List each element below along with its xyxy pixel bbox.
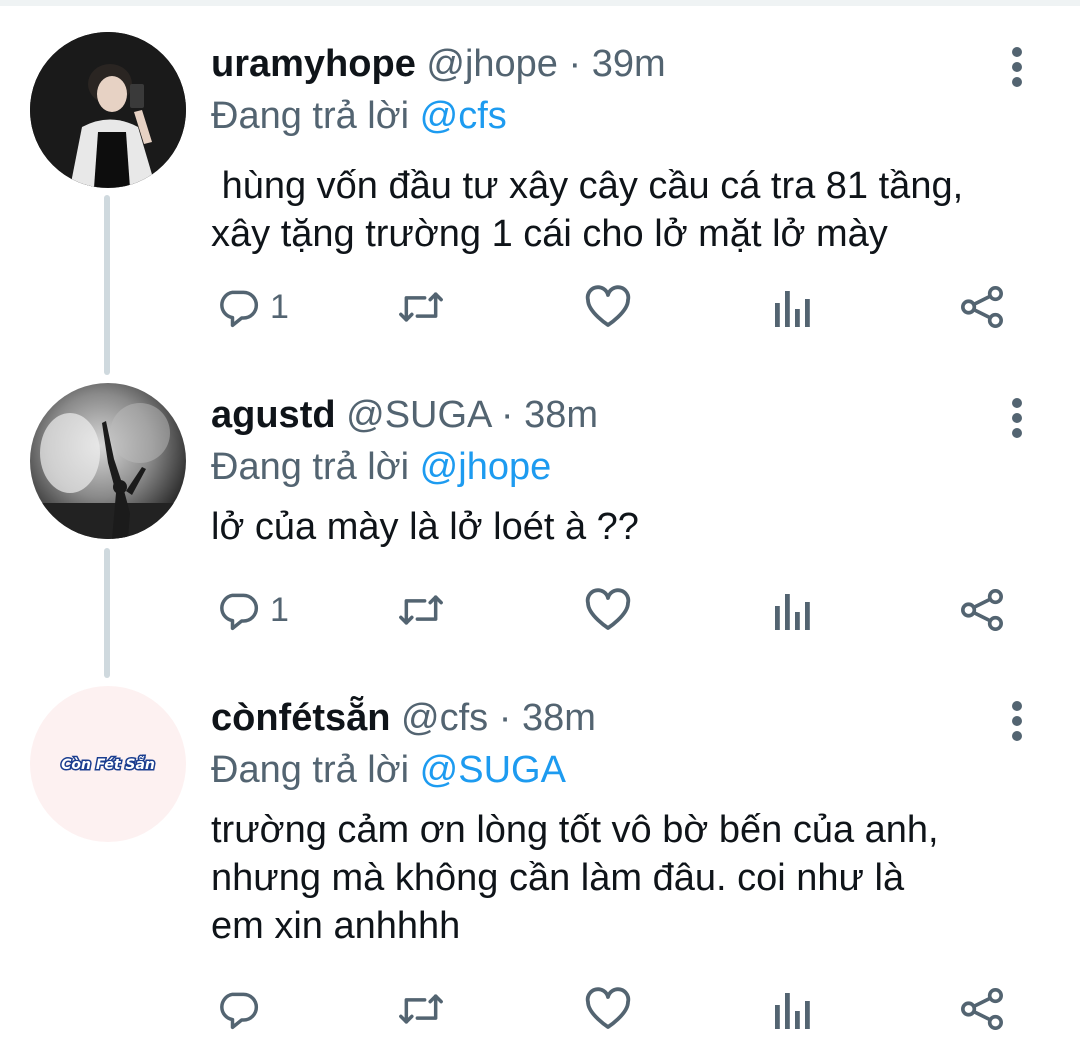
- timestamp[interactable]: 38m: [524, 394, 598, 436]
- retweet-icon: [396, 588, 446, 632]
- reply-count: 1: [270, 287, 289, 326]
- separator: ·: [568, 43, 582, 85]
- share-button[interactable]: [959, 585, 1005, 635]
- tweet-text: lở của mày là lở loét à ??: [211, 506, 639, 548]
- replying-prefix: Đang trả lời: [211, 446, 410, 488]
- handle[interactable]: @SUGA: [346, 394, 490, 436]
- tweet[interactable]: agustd @SUGA · 38m Đang trả lời @jhope l…: [0, 383, 1080, 643]
- display-name[interactable]: uramyhope: [211, 43, 416, 85]
- more-icon[interactable]: [1000, 698, 1034, 744]
- like-icon: [584, 588, 632, 632]
- action-bar: 1: [211, 585, 1031, 635]
- replying-prefix: Đang trả lời: [211, 95, 410, 137]
- tweet-text: hùng vốn đầu tư xây cây cầu cá tra 81 tầ…: [211, 165, 964, 255]
- like-button[interactable]: [584, 585, 632, 635]
- reply-icon: [216, 588, 260, 632]
- timestamp[interactable]: 38m: [522, 697, 596, 739]
- tweet[interactable]: Còn Fét Sẵn cònfétsẵn @cfs · 38m Đang tr…: [0, 686, 1080, 1046]
- mention-link[interactable]: @jhope: [420, 446, 552, 488]
- display-name[interactable]: agustd: [211, 394, 336, 436]
- tweet-header: uramyhope @jhope · 39m: [211, 40, 666, 88]
- replying-prefix: Đang trả lời: [211, 749, 410, 791]
- analytics-icon: [773, 987, 813, 1031]
- tweet[interactable]: uramyhope @jhope · 39m Đang trả lời @cfs…: [0, 32, 1080, 342]
- share-button[interactable]: [959, 984, 1005, 1034]
- tweet-header: cònfétsẵn @cfs · 38m: [211, 694, 596, 742]
- like-icon: [584, 987, 632, 1031]
- separator: ·: [498, 697, 512, 739]
- analytics-button[interactable]: [773, 282, 813, 332]
- analytics-button[interactable]: [773, 984, 813, 1034]
- share-icon: [959, 588, 1005, 632]
- share-button[interactable]: [959, 282, 1005, 332]
- avatar[interactable]: [30, 383, 186, 539]
- mention-link[interactable]: @cfs: [420, 95, 507, 137]
- replying-to: Đang trả lời @cfs: [211, 92, 507, 140]
- analytics-icon: [773, 285, 813, 329]
- separator: ·: [500, 394, 514, 436]
- share-icon: [959, 285, 1005, 329]
- mention-link[interactable]: @SUGA: [420, 749, 566, 791]
- reply-button[interactable]: 1: [216, 585, 289, 635]
- timestamp[interactable]: 39m: [592, 43, 666, 85]
- retweet-button[interactable]: [396, 585, 446, 635]
- share-icon: [959, 987, 1005, 1031]
- display-name[interactable]: cònfétsẵn: [211, 697, 390, 739]
- tweet-text: trường cảm ơn lòng tốt vô bờ bến của anh…: [211, 809, 939, 947]
- top-divider: [0, 0, 1080, 6]
- retweet-button[interactable]: [396, 984, 446, 1034]
- reply-button[interactable]: [216, 984, 270, 1034]
- replying-to: Đang trả lời @SUGA: [211, 746, 566, 794]
- reply-count: 1: [270, 590, 289, 629]
- handle[interactable]: @jhope: [426, 43, 558, 85]
- like-button[interactable]: [584, 282, 632, 332]
- action-bar: [211, 984, 1031, 1034]
- like-button[interactable]: [584, 984, 632, 1034]
- retweet-button[interactable]: [396, 282, 446, 332]
- like-icon: [584, 285, 632, 329]
- avatar[interactable]: [30, 32, 186, 188]
- handle[interactable]: @cfs: [401, 697, 488, 739]
- replying-to: Đang trả lời @jhope: [211, 443, 551, 491]
- analytics-button[interactable]: [773, 585, 813, 635]
- reply-icon: [216, 987, 260, 1031]
- reply-icon: [216, 285, 260, 329]
- svg-text:Còn Fét Sẵn: Còn Fét Sẵn: [61, 756, 155, 773]
- avatar[interactable]: Còn Fét Sẵn: [30, 686, 186, 842]
- more-icon[interactable]: [1000, 395, 1034, 441]
- retweet-icon: [396, 285, 446, 329]
- tweet-header: agustd @SUGA · 38m: [211, 391, 598, 439]
- more-icon[interactable]: [1000, 44, 1034, 90]
- reply-button[interactable]: 1: [216, 282, 289, 332]
- analytics-icon: [773, 588, 813, 632]
- retweet-icon: [396, 987, 446, 1031]
- action-bar: 1: [211, 282, 1031, 332]
